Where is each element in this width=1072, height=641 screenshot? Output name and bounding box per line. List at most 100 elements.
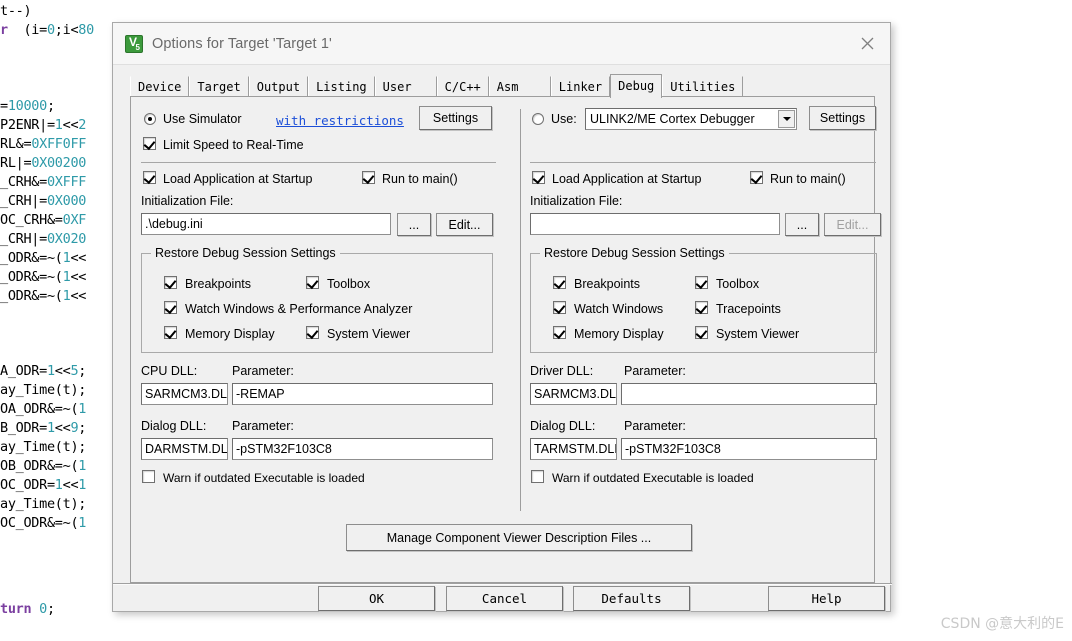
init-file-edit-button-sim[interactable]: Edit... — [436, 213, 493, 236]
dialog-dll-input-hw[interactable]: TARMSTM.DLL — [530, 438, 617, 460]
driver-dll-parameter-input[interactable] — [621, 383, 877, 405]
warn-outdated-checkbox-hw[interactable] — [531, 470, 544, 483]
footer-buttons: OK Cancel Defaults Help — [113, 585, 892, 612]
help-button[interactable]: Help — [768, 586, 885, 611]
code-line: RL|=0X00200 — [0, 155, 87, 171]
cpu-dll-parameter-label: Parameter: — [232, 364, 294, 378]
dialog-titlebar: Options for Target 'Target 1' — [113, 23, 890, 65]
code-line: OC_CRH&=0XF — [0, 212, 87, 228]
code-line: _ODR&=~(1<< — [0, 250, 87, 266]
defaults-button[interactable]: Defaults — [573, 586, 690, 611]
run-to-main-label-sim: Run to main() — [382, 172, 458, 186]
restore-memory-display-checkbox-hw[interactable] — [553, 326, 566, 339]
run-to-main-label-hw: Run to main() — [770, 172, 846, 186]
restore-session-group-title-hw: Restore Debug Session Settings — [540, 246, 729, 260]
init-file-browse-button-hw[interactable]: ... — [785, 213, 819, 236]
restore-toolbox-label-hw: Toolbox — [716, 277, 760, 291]
cpu-dll-input[interactable]: SARMCM3.DLL — [141, 383, 228, 405]
simulator-separator — [141, 162, 496, 163]
dialog-dll-parameter-input-hw[interactable]: -pSTM32F103C8 — [621, 438, 877, 460]
code-line: OC_ODR=1<<1 — [0, 477, 87, 493]
cpu-dll-parameter-input[interactable]: -REMAP — [232, 383, 493, 405]
code-line: OA_ODR&=~(1 — [0, 401, 87, 417]
restore-watch-windows-checkbox-hw[interactable] — [553, 301, 566, 314]
with-restrictions-link[interactable]: with restrictions — [276, 113, 404, 128]
tab-target[interactable]: Target — [189, 76, 249, 97]
options-for-target-dialog: Options for Target 'Target 1' DeviceTarg… — [112, 22, 892, 612]
tab-device[interactable]: Device — [130, 76, 190, 97]
cancel-button[interactable]: Cancel — [446, 586, 563, 611]
restore-memory-display-checkbox-sim[interactable] — [164, 326, 177, 339]
init-file-input-hw[interactable] — [530, 213, 780, 235]
close-icon[interactable] — [844, 23, 890, 64]
restore-tracepoints-label-hw: Tracepoints — [716, 302, 781, 316]
restore-memory-display-label-hw: Memory Display — [574, 327, 664, 341]
restore-toolbox-label-sim: Toolbox — [327, 277, 371, 291]
debugger-panel: Use: ULINK2/ME Cortex Debugger Settings … — [521, 98, 881, 508]
debugger-settings-button[interactable]: Settings — [809, 106, 876, 130]
use-debugger-label: Use: — [551, 112, 577, 126]
debugger-select[interactable]: ULINK2/ME Cortex Debugger — [585, 108, 797, 130]
debug-tab-page: Use Simulator with restrictions Settings… — [130, 96, 881, 583]
code-line: t--) — [0, 3, 32, 19]
dialog-dll-label-hw: Dialog DLL: — [530, 419, 596, 433]
code-line: P2ENR|=1<<2 — [0, 117, 87, 133]
tab-asm[interactable]: Asm — [488, 76, 551, 97]
limit-speed-label: Limit Speed to Real-Time — [163, 138, 304, 152]
code-line: ay_Time(t); — [0, 382, 87, 398]
run-to-main-checkbox-hw[interactable] — [750, 171, 763, 184]
code-line: OB_ODR&=~(1 — [0, 458, 87, 474]
driver-dll-input[interactable]: SARMCM3.DLL — [530, 383, 617, 405]
restore-watch-windows-label-sim: Watch Windows & Performance Analyzer — [185, 302, 413, 316]
tab-debug[interactable]: Debug — [610, 74, 663, 98]
dialog-dll-input-sim[interactable]: DARMSTM.DLL — [141, 438, 228, 460]
restore-breakpoints-checkbox-hw[interactable] — [553, 276, 566, 289]
code-line: OC_ODR&=~(1 — [0, 515, 87, 531]
manage-component-viewer-button[interactable]: Manage Component Viewer Description File… — [346, 524, 692, 551]
restore-toolbox-checkbox-hw[interactable] — [695, 276, 708, 289]
cpu-dll-label: CPU DLL: — [141, 364, 198, 378]
chevron-down-icon[interactable] — [778, 110, 795, 128]
restore-watch-windows-checkbox-sim[interactable] — [164, 301, 177, 314]
init-file-browse-button-sim[interactable]: ... — [397, 213, 431, 236]
tab-utilities[interactable]: Utilities — [662, 76, 744, 97]
warn-outdated-label-sim: Warn if outdated Executable is loaded — [163, 471, 365, 485]
code-line: B_ODR=1<<9; — [0, 420, 87, 436]
restore-system-viewer-label-hw: System Viewer — [716, 327, 800, 341]
code-line: =10000; — [0, 98, 55, 114]
restore-toolbox-checkbox-sim[interactable] — [306, 276, 319, 289]
dialog-title: Options for Target 'Target 1' — [152, 35, 332, 52]
tab-output[interactable]: Output — [248, 76, 309, 97]
tab-linker[interactable]: Linker — [550, 76, 611, 97]
dialog-dll-label-sim: Dialog DLL: — [141, 419, 207, 433]
use-simulator-radio[interactable] — [144, 113, 156, 125]
code-line: r (i=0;i<80 — [0, 22, 94, 38]
restore-tracepoints-checkbox-hw[interactable] — [695, 301, 708, 314]
simulator-panel: Use Simulator with restrictions Settings… — [132, 98, 504, 508]
load-app-at-startup-checkbox-hw[interactable] — [532, 171, 545, 184]
simulator-settings-button[interactable]: Settings — [419, 106, 492, 130]
warn-outdated-label-hw: Warn if outdated Executable is loaded — [552, 471, 754, 485]
restore-session-group-title-sim: Restore Debug Session Settings — [151, 246, 340, 260]
warn-outdated-checkbox-sim[interactable] — [142, 470, 155, 483]
restore-system-viewer-checkbox-hw[interactable] — [695, 326, 708, 339]
tab-c-c-[interactable]: C/C++ — [436, 76, 489, 97]
load-app-at-startup-checkbox-sim[interactable] — [143, 171, 156, 184]
run-to-main-checkbox-sim[interactable] — [362, 171, 375, 184]
code-line: _ODR&=~(1<< — [0, 288, 87, 304]
use-debugger-radio[interactable] — [532, 113, 544, 125]
tabstrip: Device Target Output Listing User C/C++ Asm Lin… — [130, 74, 875, 98]
restore-session-group-sim: Restore Debug Session Settings Breakpoin… — [141, 246, 493, 353]
ok-button[interactable]: OK — [318, 586, 435, 611]
restore-system-viewer-checkbox-sim[interactable] — [306, 326, 319, 339]
init-file-edit-button-hw[interactable]: Edit... — [824, 213, 881, 236]
csdn-watermark: CSDN @意大利的E — [940, 616, 1064, 632]
tab-listing[interactable]: Listing — [308, 76, 375, 97]
limit-speed-checkbox[interactable] — [143, 137, 156, 150]
driver-dll-parameter-label: Parameter: — [624, 364, 686, 378]
restore-breakpoints-checkbox-sim[interactable] — [164, 276, 177, 289]
debugger-separator — [530, 162, 876, 163]
dialog-dll-parameter-input-sim[interactable]: -pSTM32F103C8 — [232, 438, 493, 460]
tab-user[interactable]: User — [374, 76, 437, 97]
init-file-input-sim[interactable]: .\debug.ini — [141, 213, 391, 235]
